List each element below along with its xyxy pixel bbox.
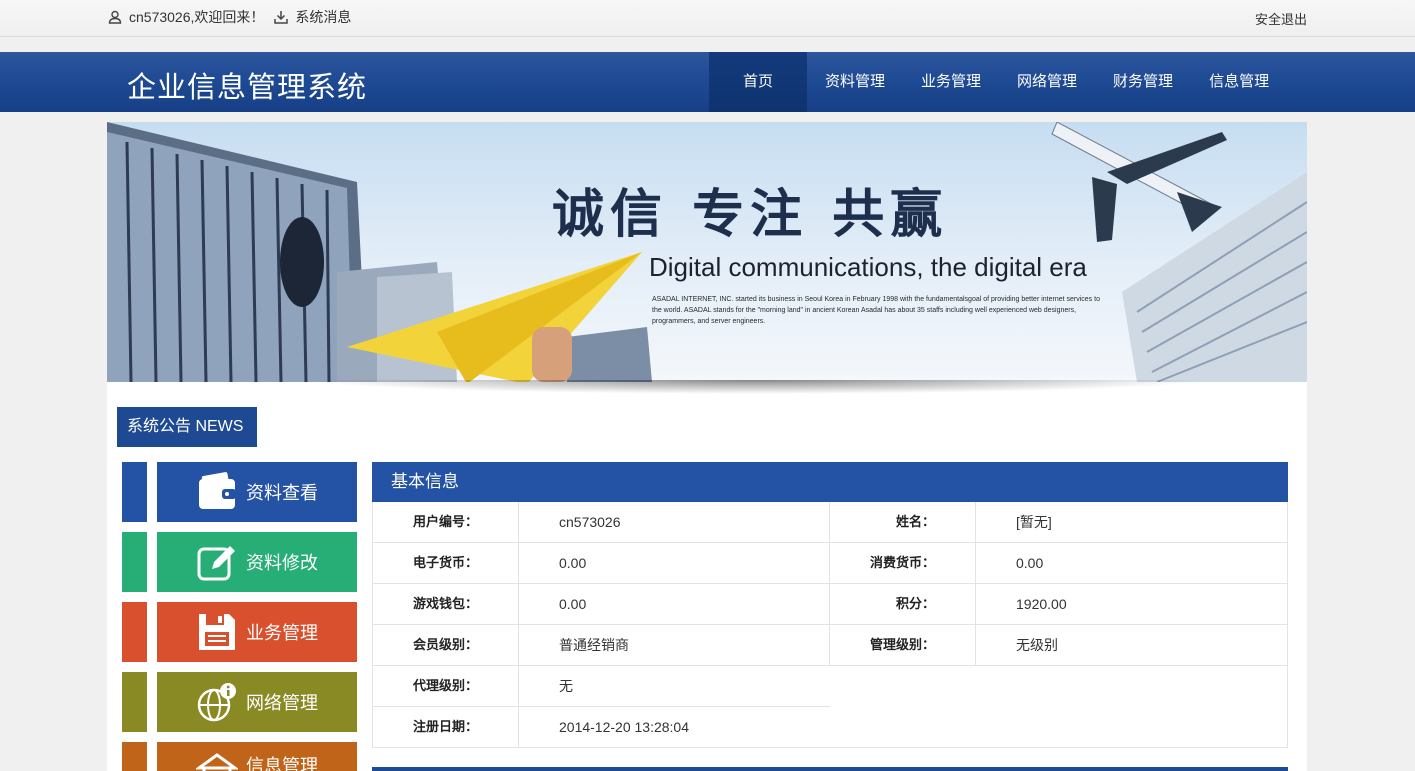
tile-network-management-button[interactable]: 网络管理	[157, 672, 357, 732]
tile-info-management-label: 信息管理	[246, 756, 318, 771]
tile-stub	[122, 462, 147, 522]
table-row: 代理级别： 无	[373, 666, 1287, 707]
tile-stub	[122, 672, 147, 732]
header: 企业信息管理系统 首页 资料管理 业务管理 网络管理 财务管理 信息管理	[0, 52, 1415, 112]
basic-info-panel: 基本信息 用户编号： cn573026 姓名： [暂无] 电子货币： 0.00 …	[372, 462, 1288, 748]
site-title: 企业信息管理系统	[127, 72, 368, 104]
field-label: 会员级别：	[373, 625, 519, 665]
tile-network-management[interactable]: 网络管理	[122, 672, 357, 732]
tile-info-management-button[interactable]: 信息管理	[157, 742, 357, 771]
tile-network-management-label: 网络管理	[246, 693, 318, 713]
wallet-icon	[199, 472, 236, 509]
top-bar-left: cn573026,欢迎回来！ 系统消息	[108, 7, 351, 27]
main-container: 诚信 专注 共赢 Digital communications, the dig…	[107, 122, 1307, 771]
field-label: 代理级别：	[373, 666, 519, 706]
main-nav: 首页 资料管理 业务管理 网络管理 财务管理 信息管理	[709, 52, 1287, 112]
banner: 诚信 专注 共赢 Digital communications, the dig…	[107, 122, 1307, 382]
news-tab[interactable]: 系统公告 NEWS	[117, 407, 257, 447]
field-value: 0.00	[519, 543, 830, 583]
tile-profile-edit-label: 资料修改	[246, 553, 318, 573]
edit-icon	[197, 546, 235, 581]
table-row: 用户编号： cn573026 姓名： [暂无]	[373, 502, 1287, 543]
field-value: 2014-12-20 13:28:04	[559, 719, 689, 735]
field-value: [暂无]	[1016, 514, 1052, 530]
field-value: 普通经销商	[519, 625, 830, 665]
table-row: 注册日期： 2014-12-20 13:28:04	[373, 707, 1287, 748]
field-value: 0.00	[519, 584, 830, 624]
field-label: 姓名：	[830, 502, 976, 542]
field-value: 1920.00	[1016, 596, 1067, 612]
table-row: 会员级别： 普通经销商 管理级别： 无级别	[373, 625, 1287, 666]
tile-stub	[122, 742, 147, 771]
system-messages-label: 系统消息	[295, 9, 352, 25]
field-value: 无级别	[1016, 637, 1058, 653]
field-value: 无	[559, 678, 573, 694]
tile-profile-view-button[interactable]: 资料查看	[157, 462, 357, 522]
building-icon	[196, 753, 238, 771]
tile-stub	[122, 602, 147, 662]
field-label: 游戏钱包：	[373, 584, 519, 624]
tile-business-management[interactable]: 业务管理	[122, 602, 357, 662]
welcome-text: cn573026,欢迎回来！	[129, 9, 265, 25]
banner-slogan: 诚信 专注 共赢	[552, 184, 949, 245]
system-messages-link[interactable]: 系统消息	[274, 7, 351, 27]
table-row: 电子货币： 0.00 消费货币： 0.00	[373, 543, 1287, 584]
field-value: 0.00	[1016, 555, 1044, 571]
field-label: 注册日期：	[373, 707, 519, 747]
banner-body: ASADAL INTERNET, INC. started its busine…	[652, 296, 1100, 325]
banner-headline: Digital communications, the digital era	[649, 252, 1087, 282]
globe-info-icon	[197, 683, 236, 722]
field-label: 用户编号：	[373, 502, 519, 542]
download-icon	[274, 11, 289, 24]
field-value: cn573026	[519, 502, 830, 542]
basic-info-table: 用户编号： cn573026 姓名： [暂无] 电子货币： 0.00 消费货币：…	[372, 502, 1288, 748]
nav-home[interactable]: 首页	[709, 52, 807, 112]
nav-business-management[interactable]: 业务管理	[903, 52, 999, 112]
tile-profile-view-label: 资料查看	[246, 483, 318, 503]
field-label: 消费货币：	[830, 543, 976, 583]
nav-info-management[interactable]: 信息管理	[1191, 52, 1287, 112]
user-icon	[108, 10, 122, 24]
table-row: 游戏钱包： 0.00 积分： 1920.00	[373, 584, 1287, 625]
nav-profile-management[interactable]: 资料管理	[807, 52, 903, 112]
banner-shadow	[307, 380, 1207, 394]
top-bar: cn573026,欢迎回来！ 系统消息 安全退出	[0, 0, 1415, 37]
next-panel-header-edge	[372, 767, 1288, 771]
tile-profile-edit-button[interactable]: 资料修改	[157, 532, 357, 592]
nav-finance-management[interactable]: 财务管理	[1095, 52, 1191, 112]
field-label: 电子货币：	[373, 543, 519, 583]
basic-info-heading: 基本信息	[372, 462, 1288, 502]
logout-link[interactable]: 安全退出	[1255, 9, 1307, 28]
half-row: 代理级别： 无	[373, 666, 830, 707]
field-label: 管理级别：	[830, 625, 976, 665]
nav-network-management[interactable]: 网络管理	[999, 52, 1095, 112]
save-icon	[199, 614, 235, 650]
tile-stub	[122, 532, 147, 592]
tile-business-management-label: 业务管理	[246, 623, 318, 643]
tile-info-management[interactable]: 信息管理	[122, 742, 357, 771]
tile-business-management-button[interactable]: 业务管理	[157, 602, 357, 662]
tile-profile-view[interactable]: 资料查看	[122, 462, 357, 522]
field-label: 积分：	[830, 584, 976, 624]
tile-profile-edit[interactable]: 资料修改	[122, 532, 357, 592]
